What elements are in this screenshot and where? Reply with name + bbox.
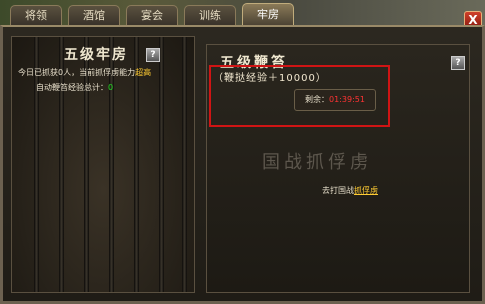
- capture-status-label: 今日已抓获0人，当前抓俘虏能力: [18, 68, 136, 77]
- cooldown-timer: 剩余：01:39:51: [294, 89, 376, 111]
- whip-exp-total-text: 自动鞭笞经验总计：0: [36, 82, 113, 93]
- capture-prisoner-link[interactable]: 抓俘虏: [354, 186, 378, 195]
- tab-generals[interactable]: 将领: [10, 5, 62, 25]
- capture-prisoner-banner: 国战抓俘虏: [262, 152, 372, 173]
- go-war-label: 去打国战: [322, 186, 354, 195]
- tab-tavern[interactable]: 酒馆: [68, 5, 120, 25]
- tab-banquet[interactable]: 宴会: [126, 5, 178, 25]
- capture-status-text: 今日已抓获0人，当前抓俘虏能力超高: [18, 67, 151, 78]
- prison-level-title: 五级牢房: [64, 47, 128, 63]
- tab-training[interactable]: 训练: [184, 5, 236, 25]
- capture-ability-value: 超高: [135, 68, 152, 77]
- whip-exp-total-value: 0: [108, 83, 114, 92]
- whip-exp-total-label: 自动鞭笞经验总计：: [36, 83, 108, 92]
- timer-value: 01:39:51: [329, 95, 365, 104]
- prison-help-button[interactable]: ?: [146, 48, 160, 62]
- go-war-line: 去打国战抓俘虏: [322, 185, 378, 196]
- tab-bar: 将领 酒馆 宴会 训练 牢房: [10, 3, 300, 25]
- whip-help-button[interactable]: ?: [451, 56, 465, 70]
- tab-prison[interactable]: 牢房: [242, 3, 294, 25]
- timer-label: 剩余：: [305, 95, 330, 104]
